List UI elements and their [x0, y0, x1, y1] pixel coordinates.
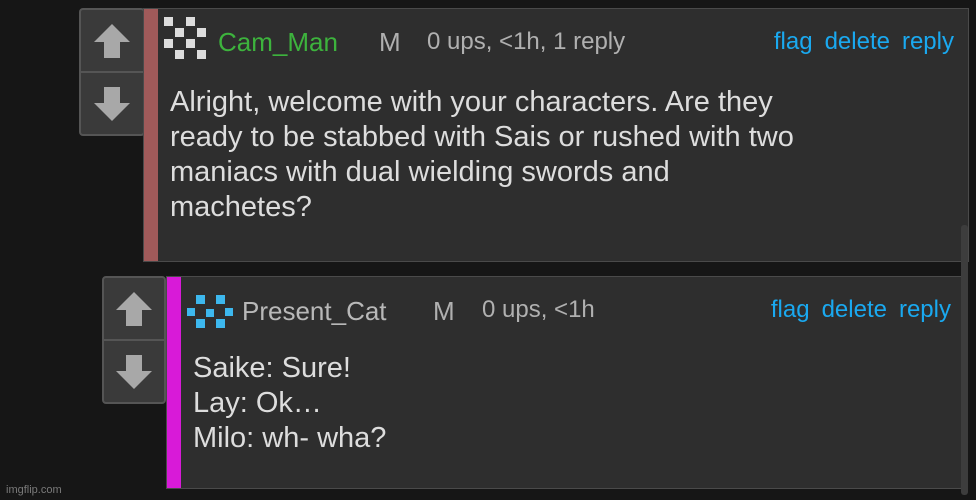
comment-meta: 0 ups, <1h [482, 296, 595, 323]
arrow-up-icon [94, 23, 130, 58]
comment-actions: flag delete reply [771, 296, 951, 324]
vote-box-1 [79, 8, 145, 136]
comment-line: maniacs with dual wielding swords and [170, 156, 670, 188]
comment-line: Milo: wh- wha? [193, 422, 387, 454]
comment-line: Saike: Sure! [193, 352, 351, 384]
comment-line: machetes? [170, 191, 312, 223]
comment-actions: flag delete reply [774, 28, 954, 56]
arrow-down-icon [116, 354, 152, 389]
comment-line: Alright, welcome with your characters. A… [170, 86, 773, 118]
comment-body: Saike: Sure! Lay: Ok… Milo: wh- wha? [193, 351, 386, 456]
pixel-avatar-icon[interactable] [164, 17, 212, 61]
comment-meta: 0 ups, <1h, 1 reply [427, 28, 626, 55]
delete-link[interactable]: delete [825, 28, 890, 56]
comment-1: Cam_Man M 0 ups, <1h, 1 reply flag delet… [143, 8, 969, 262]
username[interactable]: Present_Cat [242, 296, 387, 327]
scrollbar[interactable] [961, 225, 968, 495]
upvote-button[interactable] [104, 278, 164, 339]
comment-body: Alright, welcome with your characters. A… [170, 85, 794, 225]
reply-link[interactable]: reply [899, 296, 951, 324]
comment-header: Cam_Man M 0 ups, <1h, 1 reply flag delet… [144, 9, 968, 69]
watermark: imgflip.com [6, 484, 62, 496]
arrow-down-icon [94, 86, 130, 121]
downvote-button[interactable] [104, 339, 164, 402]
flag-link[interactable]: flag [771, 296, 810, 324]
comment-2: Present_Cat M 0 ups, <1h flag delete rep… [166, 276, 966, 489]
downvote-button[interactable] [81, 71, 143, 134]
gender-badge: M [433, 296, 455, 326]
vote-box-2 [102, 276, 166, 404]
comment-header: Present_Cat M 0 ups, <1h flag delete rep… [167, 277, 965, 337]
delete-link[interactable]: delete [822, 296, 887, 324]
gender-badge: M [379, 27, 401, 57]
pixel-avatar-icon[interactable] [187, 295, 233, 331]
comment-line: ready to be stabbed with Sais or rushed … [170, 121, 794, 153]
comment-line: Lay: Ok… [193, 387, 322, 419]
reply-link[interactable]: reply [902, 28, 954, 56]
arrow-up-icon [116, 291, 152, 326]
upvote-button[interactable] [81, 10, 143, 71]
username[interactable]: Cam_Man [218, 27, 338, 58]
flag-link[interactable]: flag [774, 28, 813, 56]
